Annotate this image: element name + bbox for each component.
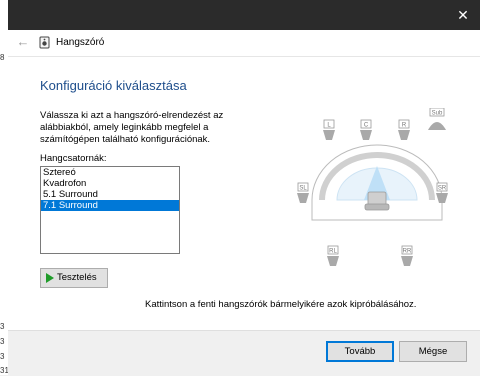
next-button[interactable]: Tovább <box>326 341 394 362</box>
intro-text: Válassza ki azt a hangszóró-elrendezést … <box>40 110 224 145</box>
title-bar: ✕ <box>8 0 480 30</box>
page-title: Konfiguráció kiválasztása <box>40 78 187 93</box>
cancel-button[interactable]: Mégse <box>399 341 467 362</box>
background-text: 3 <box>0 352 5 361</box>
speaker-center[interactable]: C <box>360 119 372 140</box>
channels-label: Hangcsatornák: <box>40 153 107 164</box>
speaker-front-right[interactable]: R <box>398 119 410 140</box>
test-button[interactable]: Tesztelés <box>40 268 108 288</box>
speaker-label: SR <box>438 186 447 192</box>
play-icon <box>46 273 54 283</box>
speaker-label: C <box>364 123 369 129</box>
listener-chair-base <box>364 203 390 211</box>
speaker-icon <box>39 36 50 49</box>
speaker-label: RR <box>403 249 412 255</box>
speaker-side-right[interactable]: SR <box>436 182 448 203</box>
list-item-selected[interactable]: 7.1 Surround <box>41 200 179 211</box>
speaker-label: RL <box>329 249 337 255</box>
dialog-footer: Tovább Mégse <box>8 330 480 376</box>
nav-bar: ← Hangszóró <box>8 30 480 57</box>
list-item[interactable]: Sztereó <box>41 167 179 178</box>
speaker-front-left[interactable]: L <box>323 119 335 140</box>
speaker-subwoofer[interactable]: Sub <box>428 108 446 130</box>
speaker-setup-dialog: ✕ ← Hangszóró Konfiguráció kiválasztása … <box>8 0 480 376</box>
close-icon[interactable]: ✕ <box>452 4 474 26</box>
list-item[interactable]: 5.1 Surround <box>41 189 179 200</box>
list-item[interactable]: Kvadrofon <box>41 178 179 189</box>
back-arrow-icon[interactable]: ← <box>14 33 32 51</box>
window-title: Hangszóró <box>56 37 105 48</box>
speaker-label: Sub <box>432 111 443 117</box>
speaker-rear-left[interactable]: RL <box>327 245 339 266</box>
background-window: 8 3 3 3 319 <box>0 0 13 375</box>
background-text: 3 <box>0 322 5 331</box>
hint-text: Kattintson a fenti hangszórók bármelyiké… <box>145 299 417 310</box>
test-button-label: Tesztelés <box>57 272 97 283</box>
background-text: 8 <box>0 53 5 62</box>
speaker-rear-right[interactable]: RR <box>401 245 413 266</box>
background-text: 3 <box>0 337 5 346</box>
speaker-side-left[interactable]: SL <box>297 182 309 203</box>
speaker-label: SL <box>299 186 307 192</box>
speaker-label: R <box>402 123 407 129</box>
channels-listbox[interactable]: Sztereó Kvadrofon 5.1 Surround 7.1 Surro… <box>40 166 180 254</box>
speaker-diagram: L C R Sub SL SR RL RR <box>297 108 448 266</box>
